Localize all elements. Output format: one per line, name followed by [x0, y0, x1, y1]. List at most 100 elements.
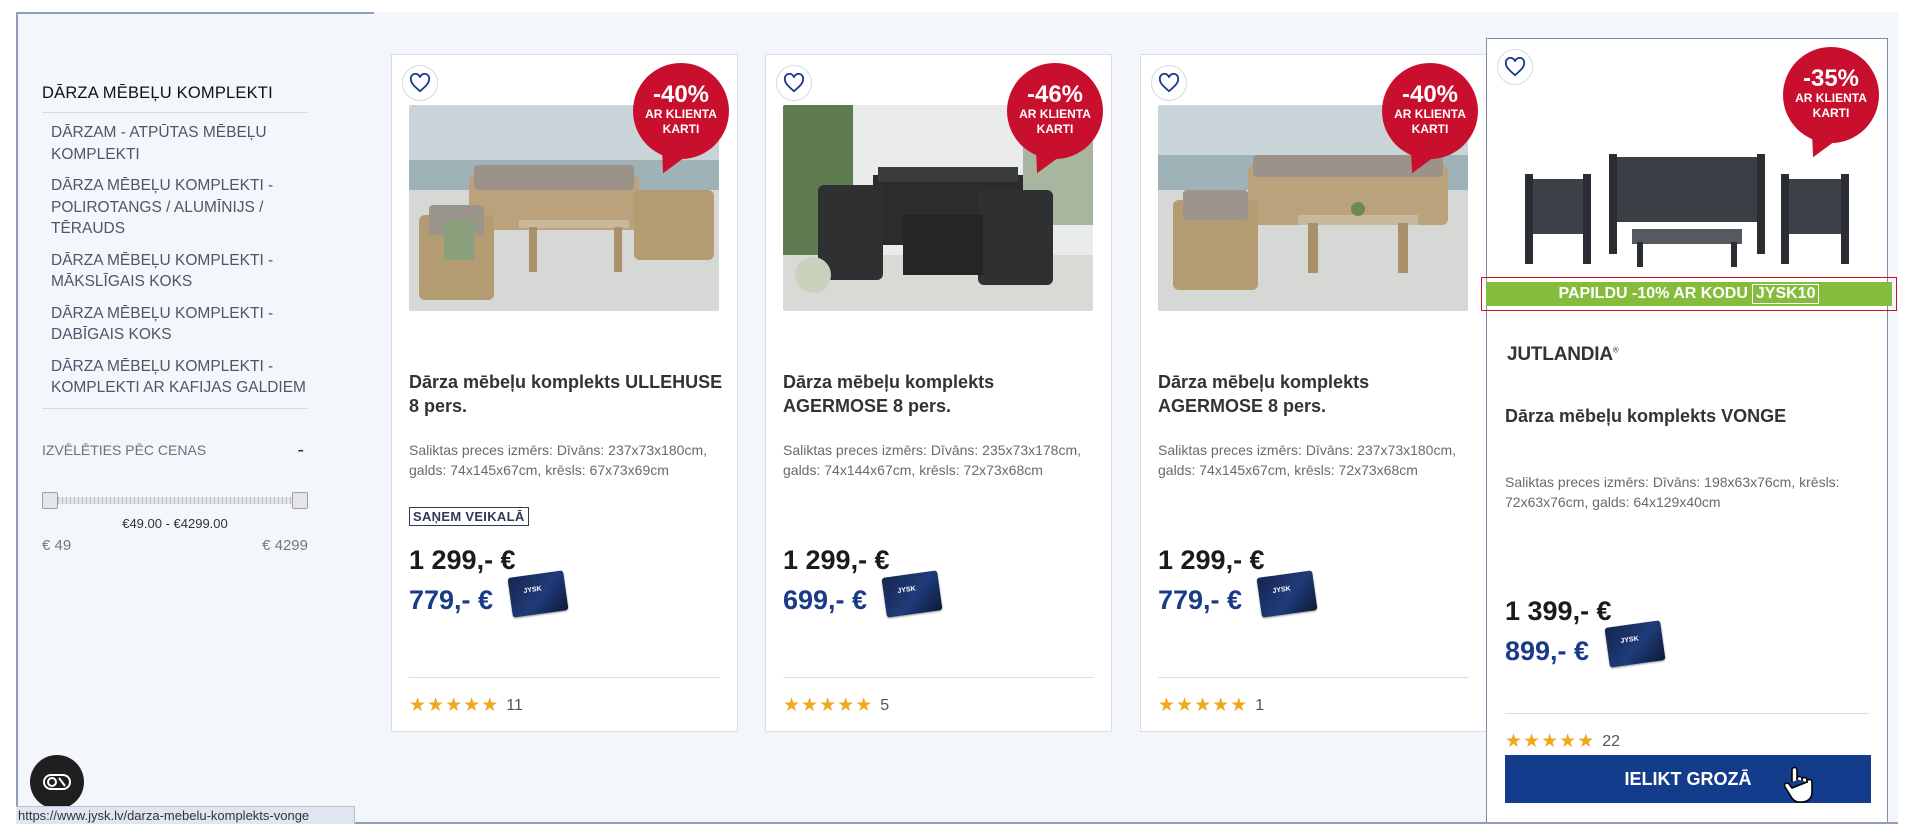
star-icon: ★: [463, 695, 481, 716]
club-price: 779,- €: [409, 585, 494, 615]
subcategory-link[interactable]: DĀRZA MĒBEĻU KOMPLEKTI - DABĪGAIS KOKS: [51, 303, 308, 346]
product-rating[interactable]: ★ ★ ★ ★ ★ 11: [409, 696, 523, 715]
promo-text: PAPILDU -10% AR KODU: [1558, 285, 1748, 302]
slider-track[interactable]: [50, 496, 300, 504]
cookie-consent-icon: [43, 774, 71, 790]
divider: [1505, 713, 1869, 714]
star-rating: ★ ★ ★ ★ ★: [409, 696, 498, 715]
product-rating[interactable]: ★ ★ ★ ★ ★ 5: [783, 696, 889, 715]
product-rating[interactable]: ★ ★ ★ ★ ★ 22: [1505, 732, 1620, 751]
brand-logo: JUTLANDIA®: [1507, 344, 1619, 365]
divider: [409, 677, 720, 678]
wishlist-button[interactable]: [1497, 49, 1533, 85]
product-dimensions: Saliktas preces izmērs: Dīvāns: 198x63x7…: [1505, 474, 1840, 510]
product-card[interactable]: -46% AR KLIENTA KARTI Dārza mēbeļu kompl…: [765, 54, 1112, 732]
club-price: 899,- €: [1505, 636, 1590, 666]
heart-icon: [1158, 73, 1180, 93]
discount-badge: -40% AR KLIENTA KARTI: [633, 63, 729, 159]
discount-percent: -35%: [1802, 65, 1860, 92]
star-icon: ★: [1577, 731, 1595, 752]
heart-icon: [783, 73, 805, 93]
star-icon: ★: [1176, 695, 1194, 716]
price-range-ends: € 49 € 4299: [42, 537, 308, 554]
cookie-settings-button[interactable]: [30, 755, 84, 809]
price-min: € 49: [42, 536, 72, 554]
star-icon: ★: [1559, 731, 1577, 752]
loyalty-card-icon: JYSK: [1604, 620, 1666, 668]
discount-percent: -40%: [1401, 81, 1459, 108]
product-rating[interactable]: ★ ★ ★ ★ ★ 1: [1158, 696, 1264, 715]
price-range-text: €49.00 - €4299.00: [122, 515, 228, 531]
slider-max-handle[interactable]: [292, 491, 308, 509]
product-name[interactable]: Dārza mēbeļu komplekts AGERMOSE 8 pers.: [783, 370, 1098, 418]
hand-cursor-icon: [1783, 766, 1813, 809]
pickup-badge: SAŅEM VEIKALĀ: [409, 507, 529, 526]
promo-code-banner: PAPILDU -10% AR KODU JYSK10: [1481, 277, 1897, 311]
discount-percent: -46%: [1026, 81, 1084, 108]
page-frame: DĀRZA MĒBEĻU KOMPLEKTI DĀRZAM - ATPŪTAS …: [16, 12, 1898, 824]
add-to-cart-button[interactable]: IELIKT GROZĀ: [1505, 755, 1871, 803]
subcategory-link[interactable]: DĀRZA MĒBEĻU KOMPLEKTI - MĀKSLĪGAIS KOKS: [51, 250, 308, 293]
collapse-toggle[interactable]: -: [297, 439, 308, 462]
loyalty-card-icon: JYSK: [507, 570, 569, 618]
product-dimensions: Saliktas preces izmērs: Dīvāns: 237x73x1…: [409, 442, 708, 478]
discount-label: AR KLIENTA KARTI: [1394, 107, 1466, 136]
product-dimensions: Saliktas preces izmērs: Dīvāns: 235x73x1…: [783, 442, 1082, 478]
loyalty-card-icon: JYSK: [881, 570, 943, 618]
price-range-slider[interactable]: [42, 491, 308, 509]
star-icon: ★: [1212, 695, 1230, 716]
discount-label: AR KLIENTA KARTI: [645, 107, 717, 136]
frame-border: [18, 12, 374, 14]
star-icon: ★: [801, 695, 819, 716]
star-icon: ★: [1541, 731, 1559, 752]
star-icon: ★: [837, 695, 855, 716]
star-rating: ★ ★ ★ ★ ★: [1505, 732, 1594, 751]
review-count: 22: [1602, 732, 1621, 750]
star-icon: ★: [481, 695, 499, 716]
star-icon: ★: [855, 695, 873, 716]
product-card[interactable]: -40% AR KLIENTA KARTI Dārza mēbeļu kompl…: [391, 54, 738, 732]
price-max: € 4299: [262, 536, 308, 554]
regular-price: 1 399,- €: [1505, 596, 1612, 626]
star-icon: ★: [1505, 731, 1523, 752]
browser-status-url: https://www.jysk.lv/darza-mebelu-komplek…: [16, 806, 355, 824]
slider-min-handle[interactable]: [42, 491, 58, 509]
star-icon: ★: [819, 695, 837, 716]
product-card[interactable]: -40% AR KLIENTA KARTI Dārza mēbeļu kompl…: [1140, 54, 1487, 732]
discount-badge: -46% AR KLIENTA KARTI: [1007, 63, 1103, 159]
sidebar-title[interactable]: DĀRZA MĒBEĻU KOMPLEKTI: [42, 84, 308, 113]
subcategory-link[interactable]: DĀRZA MĒBEĻU KOMPLEKTI - POLIROTANGS / A…: [51, 175, 308, 240]
club-price: 699,- €: [783, 585, 868, 615]
product-name[interactable]: Dārza mēbeļu komplekts AGERMOSE 8 pers.: [1158, 370, 1473, 418]
product-image[interactable]: [1517, 149, 1857, 279]
star-icon: ★: [1194, 695, 1212, 716]
review-count: 1: [1255, 696, 1265, 714]
category-sidebar: DĀRZA MĒBEĻU KOMPLEKTI DĀRZAM - ATPŪTAS …: [42, 84, 308, 554]
discount-percent: -40%: [652, 81, 710, 108]
regular-price: 1 299,- €: [1158, 545, 1265, 575]
price-filter-label: IZVĒLĒTIES PĒC CENAS: [42, 442, 207, 458]
promo-code: JYSK10: [1751, 284, 1820, 304]
discount-badge: -40% AR KLIENTA KARTI: [1382, 63, 1478, 159]
subcategory-link[interactable]: DĀRZA MĒBEĻU KOMPLEKTI - KOMPLEKTI AR KA…: [51, 356, 308, 399]
discount-label: AR KLIENTA KARTI: [1019, 107, 1091, 136]
regular-price: 1 299,- €: [409, 545, 516, 575]
wishlist-button[interactable]: [1151, 65, 1187, 101]
price-filter-header[interactable]: IZVĒLĒTIES PĒC CENAS -: [42, 439, 308, 462]
star-icon: ★: [427, 695, 445, 716]
discount-badge: -35% AR KLIENTA KARTI: [1783, 47, 1879, 143]
wishlist-button[interactable]: [776, 65, 812, 101]
subcategory-link[interactable]: DĀRZAM - ATPŪTAS MĒBEĻU KOMPLEKTI: [51, 122, 308, 165]
star-icon: ★: [1230, 695, 1248, 716]
heart-icon: [409, 73, 431, 93]
product-name[interactable]: Dārza mēbeļu komplekts VONGE: [1505, 404, 1875, 428]
product-name[interactable]: Dārza mēbeļu komplekts ULLEHUSE 8 pers.: [409, 370, 724, 418]
wishlist-button[interactable]: [402, 65, 438, 101]
regular-price: 1 299,- €: [783, 545, 890, 575]
discount-label: AR KLIENTA KARTI: [1795, 91, 1867, 120]
review-count: 5: [880, 696, 890, 714]
star-icon: ★: [445, 695, 463, 716]
star-icon: ★: [783, 695, 801, 716]
product-card-hovered[interactable]: -35% AR KLIENTA KARTI PAPILDU -10% AR KO…: [1481, 38, 1897, 822]
star-icon: ★: [1158, 695, 1176, 716]
